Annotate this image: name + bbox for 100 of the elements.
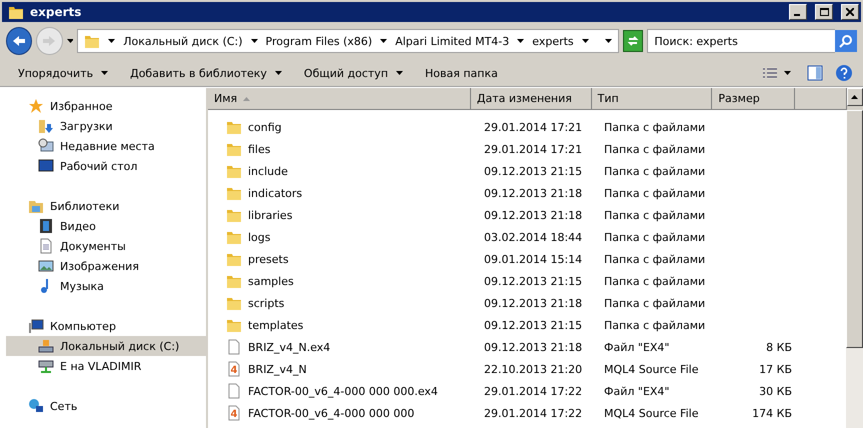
size-cell-text: 17 КБ: [758, 362, 793, 376]
size-cell-text: 30 КБ: [758, 384, 793, 398]
type-cell-text: Папка с файлами: [603, 208, 706, 222]
image-icon: [38, 258, 54, 274]
drive-icon: [38, 338, 54, 354]
folder-icon: [226, 229, 242, 245]
file-name[interactable]: scripts: [208, 295, 478, 311]
refresh-icon: [627, 35, 640, 47]
file-name[interactable]: BRIZ_v4_N.ex4: [208, 339, 478, 355]
file-name[interactable]: templates: [208, 317, 478, 333]
scroll-up-button[interactable]: [846, 88, 863, 106]
caret-icon: [274, 71, 282, 75]
toolbar-button[interactable]: Общий доступ: [296, 64, 412, 82]
sidebar-group[interactable]: Библиотеки: [6, 196, 206, 216]
sidebar-item[interactable]: Музыка: [6, 276, 206, 296]
download-folder-icon: [38, 118, 54, 134]
type-cell-text: Папка с файлами: [603, 274, 706, 288]
search-field[interactable]: Поиск: experts: [647, 29, 835, 53]
folder-icon: [226, 251, 242, 267]
sidebar-item[interactable]: Недавние места: [6, 136, 206, 156]
date-cell-text: 09.01.2014 15:14: [483, 252, 584, 266]
size-cell-text: 174 КБ: [751, 406, 793, 420]
sidebar-item[interactable]: Рабочий стол: [6, 156, 206, 176]
help-icon[interactable]: [835, 64, 853, 82]
column-header[interactable]: Тип: [592, 88, 712, 110]
breadcrumb-item[interactable]: experts: [532, 34, 574, 48]
date-cell-text: 29.01.2014 17:22: [483, 406, 584, 420]
file-icon: [226, 383, 242, 399]
type-cell-text: MQL4 Source File: [603, 406, 700, 420]
file-name[interactable]: 4 FACTOR-00_v6_4-000 000 000: [208, 405, 478, 421]
date-cell-text: 09.12.2013 21:18: [483, 186, 584, 200]
size-cell-text: 8 КБ: [765, 340, 793, 354]
sidebar-item[interactable]: Видео: [6, 216, 206, 236]
folder-icon: [8, 4, 24, 20]
toolbar-button[interactable]: Новая папка: [417, 64, 506, 82]
type-cell-text: Папка с файлами: [603, 252, 706, 266]
sidebar-item[interactable]: E на VLADIMIR: [6, 356, 206, 376]
file-name[interactable]: samples: [208, 273, 478, 289]
desktop-icon: [38, 158, 54, 174]
column-header[interactable]: Дата изменения: [470, 88, 592, 110]
file-name[interactable]: presets: [208, 251, 478, 267]
view-options-icon[interactable]: [762, 67, 778, 79]
back-button[interactable]: [6, 27, 32, 55]
caret-icon: [784, 71, 791, 75]
date-cell-text: 09.12.2013 21:15: [483, 318, 584, 332]
source-file-icon: 4: [226, 405, 242, 421]
maximize-button[interactable]: [815, 4, 833, 20]
sidebar-group[interactable]: Компьютер: [6, 316, 206, 336]
folder-icon: [226, 185, 242, 201]
maximize-icon: [820, 8, 828, 16]
date-cell-text: 09.12.2013 21:18: [483, 208, 584, 222]
date-cell-text: 09.12.2013 21:15: [483, 164, 584, 178]
date-cell-text: 03.02.2014 18:44: [483, 230, 584, 244]
toolbar-button[interactable]: Добавить в библиотеку: [122, 64, 290, 82]
breadcrumb-item[interactable]: Alpari Limited MT4-3: [395, 34, 510, 48]
file-name[interactable]: files: [208, 141, 478, 157]
type-cell-text: Папка с файлами: [603, 142, 706, 156]
type-cell-text: Файл "EX4": [603, 340, 670, 354]
up-arrow-icon: [851, 95, 858, 99]
back-arrow-icon: [12, 35, 26, 47]
sidebar-item[interactable]: Загрузки: [6, 116, 206, 136]
sidebar-item[interactable]: Изображения: [6, 256, 206, 276]
minimize-button[interactable]: [789, 4, 807, 20]
search-icon: [839, 34, 853, 48]
sidebar-group[interactable]: Сеть: [6, 396, 206, 416]
sort-arrow-icon: [243, 96, 250, 100]
folder-icon: [226, 207, 242, 223]
breadcrumb-item[interactable]: Program Files (x86): [266, 34, 372, 48]
caret-icon: [396, 71, 404, 75]
refresh-button[interactable]: [622, 30, 644, 52]
search-button[interactable]: [835, 30, 857, 52]
close-button[interactable]: [841, 4, 859, 20]
source-file-icon: 4: [226, 361, 242, 377]
file-icon: [226, 339, 242, 355]
computer-icon: [28, 318, 44, 334]
sidebar-item[interactable]: Локальный диск (C:): [6, 336, 206, 356]
column-header[interactable]: Размер: [712, 88, 796, 110]
address-bar[interactable]: Локальный диск (C:) Program Files (x86) Alpari Limited MT4-3 experts: [77, 29, 619, 53]
file-name[interactable]: indicators: [208, 185, 478, 201]
recent-places-icon: [38, 138, 54, 154]
file-name[interactable]: config: [208, 119, 478, 135]
forward-arrow-icon: [42, 35, 56, 47]
file-name[interactable]: logs: [208, 229, 478, 245]
breadcrumb-item[interactable]: Локальный диск (C:): [123, 34, 243, 48]
folder-icon: [84, 33, 100, 49]
date-cell-text: 09.12.2013 21:15: [483, 274, 584, 288]
scrollbar[interactable]: [846, 110, 863, 428]
file-name[interactable]: 4 BRIZ_v4_N: [208, 361, 478, 377]
toolbar-button[interactable]: Упорядочить: [10, 64, 116, 82]
folder-icon: [226, 141, 242, 157]
caret-icon: [250, 39, 258, 43]
sidebar-group[interactable]: Избранное: [6, 96, 206, 116]
file-name[interactable]: FACTOR-00_v6_4-000 000 000.ex4: [208, 383, 478, 399]
preview-pane-icon[interactable]: [807, 65, 823, 81]
date-cell-text: 29.01.2014 17:22: [483, 384, 584, 398]
column-header[interactable]: Имя: [208, 88, 471, 110]
file-name[interactable]: include: [208, 163, 478, 179]
type-cell-text: Папка с файлами: [603, 164, 706, 178]
sidebar-item[interactable]: Документы: [6, 236, 206, 256]
file-name[interactable]: libraries: [208, 207, 478, 223]
